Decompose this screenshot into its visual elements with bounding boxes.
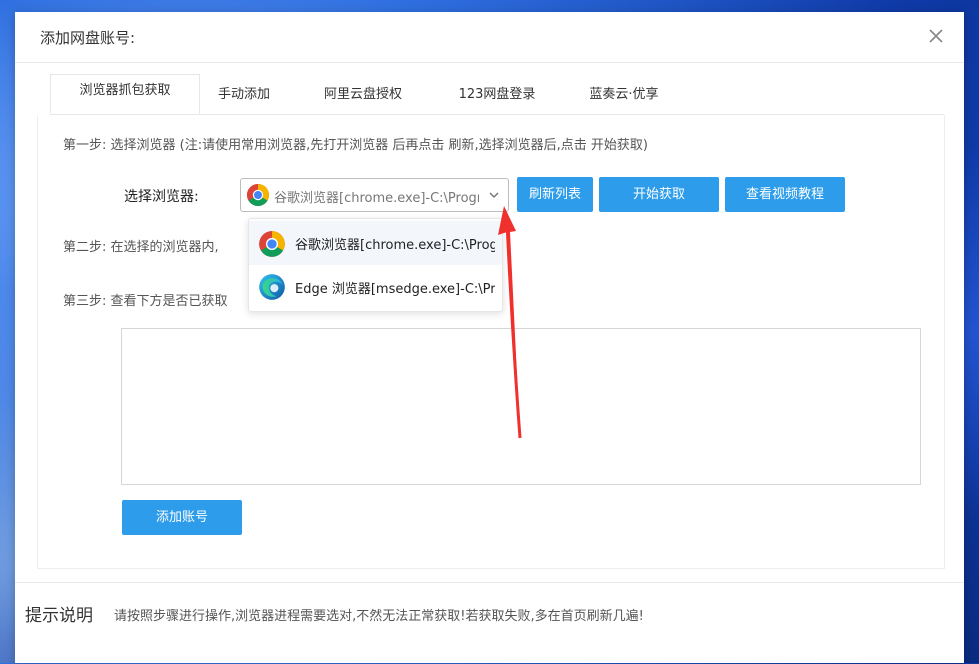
tab-lanzou-premium[interactable]: 蓝奏云·优享 <box>574 79 674 119</box>
dropdown-option-label: 谷歌浏览器[chrome.exe]-C:\Program Files <box>295 238 495 253</box>
tab-label: 123网盘登录 <box>458 87 536 102</box>
result-textarea[interactable] <box>121 328 921 485</box>
browser-select[interactable]: 谷歌浏览器[chrome.exe]-C:\Program Files\Googl… <box>240 178 509 212</box>
dialog-titlebar: 添加网盘账号: <box>15 12 964 63</box>
tab-label: 阿里云盘授权 <box>323 87 402 102</box>
chevron-down-icon <box>489 192 499 199</box>
add-account-button[interactable]: 添加账号 <box>122 500 242 535</box>
dropdown-option-edge[interactable]: Edge 浏览器[msedge.exe]-C:\Program Files <box>249 265 502 309</box>
step-1-text: 第一步: 选择浏览器 (注:请使用常用浏览器,先打开浏览器 后再点击 刷新,选择… <box>63 138 648 153</box>
tab-manual-add[interactable]: 手动添加 <box>200 79 288 119</box>
add-cloud-account-dialog: 添加网盘账号: 浏览器抓包获取 手动添加 阿里云盘授权 123网盘登录 蓝奏云·… <box>15 12 964 663</box>
video-tutorial-button[interactable]: 查看视频教程 <box>725 177 845 212</box>
edge-icon <box>259 274 285 300</box>
chrome-icon <box>259 231 285 257</box>
tab-bar: 浏览器抓包获取 手动添加 阿里云盘授权 123网盘登录 蓝奏云·优享 <box>50 74 944 115</box>
refresh-list-button[interactable]: 刷新列表 <box>517 177 593 212</box>
tips-footer: 提示说明 请按照步骤进行操作,浏览器进程需要选对,不然无法正常获取!若获取失败,… <box>15 582 964 664</box>
tab-label: 浏览器抓包获取 <box>79 83 171 98</box>
tab-browser-capture[interactable]: 浏览器抓包获取 <box>50 74 200 114</box>
tips-heading: 提示说明 <box>25 606 93 626</box>
tab-123pan-login[interactable]: 123网盘登录 <box>442 79 552 119</box>
start-capture-button[interactable]: 开始获取 <box>599 177 719 212</box>
tips-text: 请按照步骤进行操作,浏览器进程需要选对,不然无法正常获取!若获取失败,多在首页刷… <box>114 609 644 624</box>
chrome-icon <box>247 184 269 206</box>
tab-aliyun-auth[interactable]: 阿里云盘授权 <box>308 79 418 119</box>
tab-label: 手动添加 <box>217 87 270 102</box>
step-2-text: 第二步: 在选择的浏览器内, <box>63 240 219 255</box>
browser-select-value: 谷歌浏览器[chrome.exe]-C:\Program Files\Googl… <box>274 191 479 206</box>
browser-select-label: 选择浏览器: <box>124 189 199 205</box>
step-3-text: 第三步: 查看下方是否已获取 <box>63 294 228 309</box>
close-icon[interactable] <box>926 26 946 46</box>
dropdown-option-chrome[interactable]: 谷歌浏览器[chrome.exe]-C:\Program Files <box>249 221 502 265</box>
dialog-title: 添加网盘账号: <box>40 29 136 47</box>
browser-dropdown-list: 谷歌浏览器[chrome.exe]-C:\Program Files Edge … <box>248 218 503 312</box>
tab-content: 第一步: 选择浏览器 (注:请使用常用浏览器,先打开浏览器 后再点击 刷新,选择… <box>37 115 945 569</box>
tab-label: 蓝奏云·优享 <box>589 87 659 102</box>
dropdown-option-label: Edge 浏览器[msedge.exe]-C:\Program Files <box>295 282 495 297</box>
